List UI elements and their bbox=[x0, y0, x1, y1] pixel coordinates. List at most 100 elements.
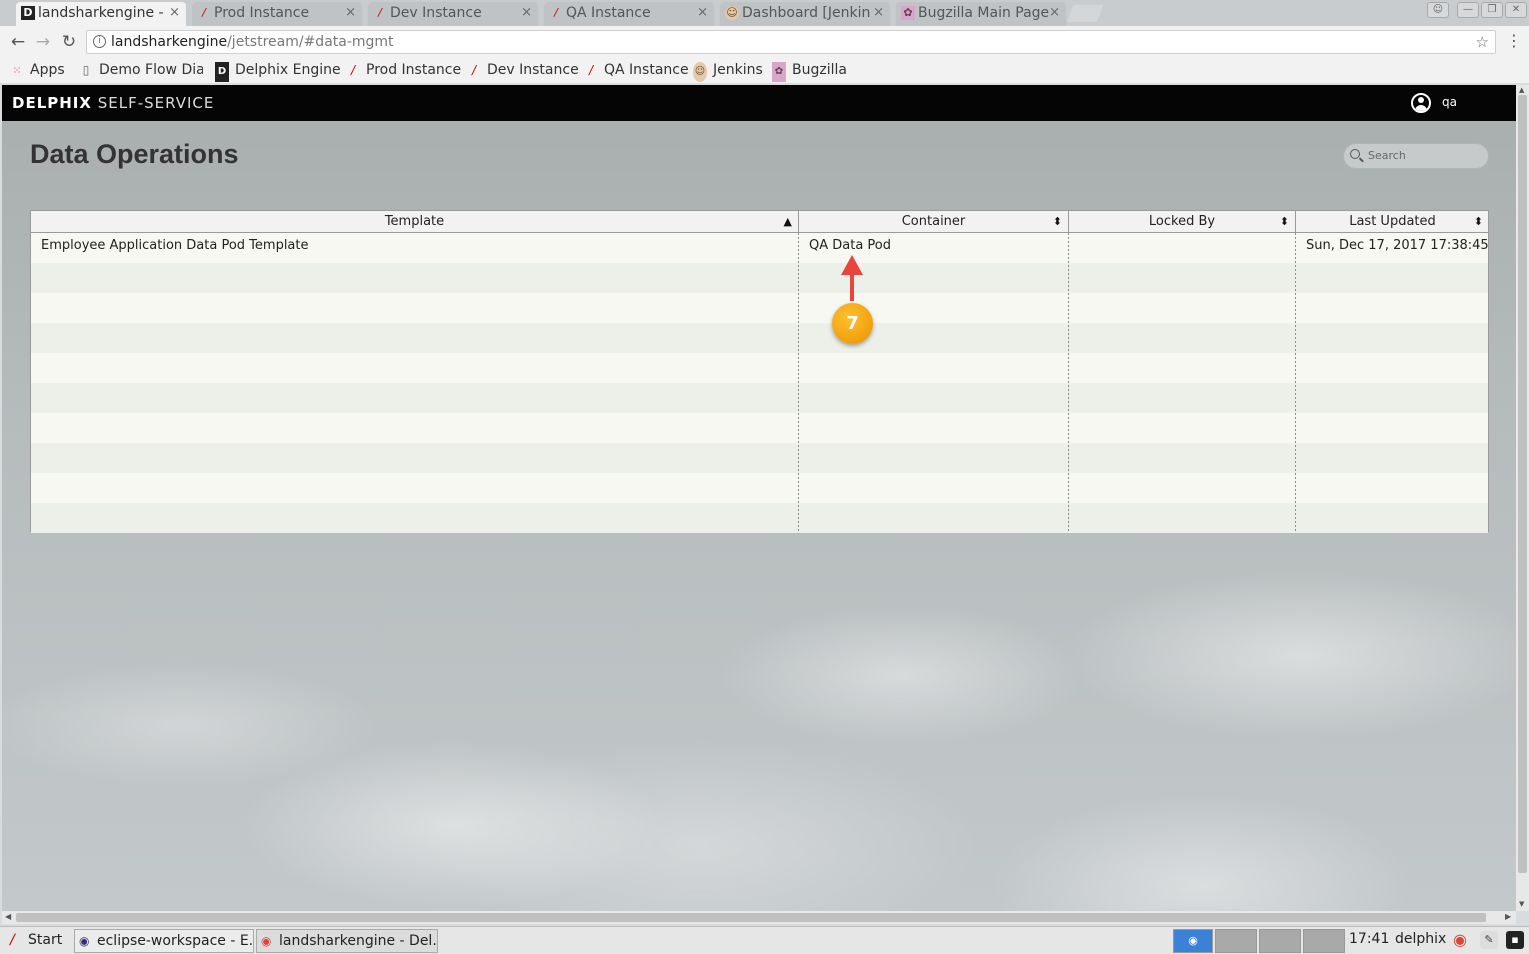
tab-bugzilla[interactable]: ✿ Bugzilla Main Page × bbox=[896, 2, 1066, 26]
delphix-slash-icon: / bbox=[202, 6, 206, 19]
forward-arrow-icon[interactable]: → bbox=[32, 31, 54, 53]
workspace-1[interactable]: ◉ bbox=[1173, 929, 1213, 953]
bookmark-label: Demo Flow Diag bbox=[99, 62, 203, 78]
delphix-logo: DELPHIX SELF-SERVICE bbox=[12, 94, 214, 112]
bookmark-label: Apps bbox=[30, 62, 65, 78]
tab-label: QA Instance bbox=[566, 5, 651, 21]
bookmark-apps[interactable]: ⁙ Apps bbox=[10, 60, 65, 80]
task-label: eclipse-workspace - E... bbox=[97, 933, 254, 949]
column-label: Template bbox=[384, 214, 445, 229]
table-row[interactable]: Employee Application Data Pod Template Q… bbox=[31, 233, 1489, 263]
search-placeholder: Search bbox=[1368, 149, 1406, 162]
sort-toggle-icon[interactable]: ⬍ bbox=[1053, 211, 1062, 233]
scroll-right-icon[interactable]: ▶ bbox=[1505, 912, 1511, 921]
user-avatar-icon[interactable] bbox=[1411, 93, 1431, 113]
sort-toggle-icon[interactable]: ⬍ bbox=[1474, 211, 1483, 233]
new-tab-button[interactable] bbox=[1066, 5, 1104, 22]
table-row-empty bbox=[31, 353, 1488, 383]
delphix-self-service-app: DELPHIX SELF-SERVICE qa Data Operations … bbox=[2, 85, 1516, 911]
minimize-icon[interactable]: — bbox=[1457, 2, 1479, 18]
bookmark-prod-instance[interactable]: / Prod Instance bbox=[346, 60, 461, 80]
bookmark-demo-flow[interactable]: ▯ Demo Flow Diag bbox=[79, 60, 203, 80]
tab-label: landsharkengine - bbox=[38, 5, 164, 21]
editor-icon[interactable]: ✎ bbox=[1480, 931, 1498, 949]
url-host: landsharkengine bbox=[111, 34, 228, 50]
bookmark-label: Prod Instance bbox=[366, 62, 462, 78]
workspace-2[interactable] bbox=[1215, 929, 1257, 953]
close-tab-icon[interactable]: × bbox=[873, 2, 884, 24]
cell-container[interactable]: QA Data Pod bbox=[799, 233, 1069, 263]
bookmark-star-icon[interactable]: ☆ bbox=[1476, 31, 1489, 53]
task-label: landsharkengine - Del... bbox=[279, 933, 438, 949]
taskbar-item-chrome[interactable]: ◉ landsharkengine - Del... bbox=[256, 929, 438, 953]
close-tab-icon[interactable]: × bbox=[521, 2, 532, 24]
bookmark-bugzilla[interactable]: ✿ Bugzilla bbox=[772, 60, 847, 82]
profile-icon[interactable]: ☺ bbox=[1427, 2, 1449, 18]
sort-ascending-icon[interactable]: ▲ bbox=[784, 211, 792, 233]
delphix-d-icon: D bbox=[215, 62, 229, 82]
eclipse-icon: ◉ bbox=[79, 934, 90, 948]
tab-dev-instance[interactable]: / Dev Instance × bbox=[368, 2, 538, 26]
scroll-left-icon[interactable]: ◀ bbox=[5, 912, 11, 921]
close-tab-icon[interactable]: × bbox=[345, 2, 356, 24]
tab-label: Dev Instance bbox=[390, 5, 482, 21]
bookmark-jenkins[interactable]: ☺ Jenkins bbox=[693, 60, 763, 82]
column-header-last-updated[interactable]: Last Updated ⬍ bbox=[1296, 211, 1489, 233]
user-name[interactable]: qa bbox=[1442, 95, 1457, 109]
os-taskbar: / Start ◉ eclipse-workspace - E... ◉ lan… bbox=[0, 926, 1529, 954]
close-tab-icon[interactable]: × bbox=[1049, 2, 1060, 24]
brand-product: SELF-SERVICE bbox=[97, 94, 215, 112]
column-header-container[interactable]: Container ⬍ bbox=[799, 211, 1069, 233]
data-operations-table: Template ▲ Container ⬍ Locked By ⬍ Last … bbox=[30, 210, 1489, 533]
table-row-empty bbox=[31, 323, 1488, 353]
terminal-icon[interactable]: ▪ bbox=[1506, 931, 1524, 949]
taskbar-item-eclipse[interactable]: ◉ eclipse-workspace - E... bbox=[74, 929, 254, 953]
browser-toolbar: ← → ↻ i landsharkengine/jetstream/#data-… bbox=[0, 26, 1529, 58]
workspace-4[interactable] bbox=[1303, 929, 1345, 953]
tab-qa-instance[interactable]: / QA Instance × bbox=[544, 2, 714, 26]
close-tab-icon[interactable]: × bbox=[697, 2, 708, 24]
close-tab-icon[interactable]: × bbox=[169, 2, 180, 24]
table-row-empty bbox=[31, 383, 1488, 413]
chrome-icon[interactable]: ◉ bbox=[1451, 931, 1469, 949]
url-path: /jetstream/#data-mgmt bbox=[227, 34, 394, 50]
info-icon[interactable]: i bbox=[93, 35, 106, 48]
page-title: Data Operations bbox=[30, 139, 239, 169]
tab-landsharkengine[interactable]: D landsharkengine - × bbox=[16, 2, 186, 26]
delphix-slash-icon: / bbox=[10, 932, 15, 948]
annotation-arrow-head bbox=[841, 255, 863, 275]
column-header-template[interactable]: Template ▲ bbox=[31, 211, 799, 233]
scrollbar-thumb[interactable] bbox=[1518, 95, 1527, 873]
horizontal-scrollbar[interactable]: ◀ ▶ bbox=[2, 911, 1516, 924]
page-icon: ▯ bbox=[82, 63, 90, 77]
scroll-up-icon[interactable]: ▲ bbox=[1519, 86, 1524, 94]
start-button[interactable]: / Start bbox=[6, 929, 68, 953]
column-header-locked-by[interactable]: Locked By ⬍ bbox=[1069, 211, 1296, 233]
scroll-down-icon[interactable]: ▼ bbox=[1519, 900, 1524, 908]
annotation-step-badge: 7 bbox=[832, 303, 873, 344]
column-label: Locked By bbox=[1148, 214, 1216, 229]
cell-template: Employee Application Data Pod Template bbox=[41, 238, 309, 253]
bookmark-delphix-engine[interactable]: D Delphix Engine bbox=[215, 60, 341, 82]
vertical-scrollbar[interactable]: ▲ ▼ bbox=[1516, 85, 1529, 911]
bookmark-qa-instance[interactable]: / QA Instance bbox=[584, 60, 689, 80]
cell-locked-by bbox=[1069, 233, 1296, 263]
search-input[interactable]: Search bbox=[1343, 143, 1489, 169]
maximize-icon[interactable]: ❐ bbox=[1481, 2, 1503, 18]
cell-last-updated: Sun, Dec 17, 2017 17:38:45 PM bbox=[1306, 238, 1489, 253]
scrollbar-thumb[interactable] bbox=[16, 913, 1486, 922]
jenkins-icon: ☺ bbox=[693, 62, 707, 82]
back-arrow-icon[interactable]: ← bbox=[7, 31, 29, 53]
tab-prod-instance[interactable]: / Prod Instance × bbox=[192, 2, 362, 26]
close-window-icon[interactable]: ✕ bbox=[1505, 2, 1527, 18]
reload-icon[interactable]: ↻ bbox=[58, 31, 80, 53]
address-bar[interactable]: i landsharkengine/jetstream/#data-mgmt ☆ bbox=[86, 30, 1496, 54]
table-row-empty bbox=[31, 413, 1488, 443]
tab-label: Dashboard [Jenkin bbox=[742, 5, 871, 21]
bookmark-label: QA Instance bbox=[604, 62, 689, 78]
workspace-3[interactable] bbox=[1259, 929, 1301, 953]
browser-menu-icon[interactable]: ⋮ bbox=[1506, 31, 1522, 50]
tab-jenkins-dashboard[interactable]: ☺ Dashboard [Jenkin × bbox=[720, 2, 890, 26]
sort-toggle-icon[interactable]: ⬍ bbox=[1280, 211, 1289, 233]
bookmark-dev-instance[interactable]: / Dev Instance bbox=[467, 60, 579, 80]
